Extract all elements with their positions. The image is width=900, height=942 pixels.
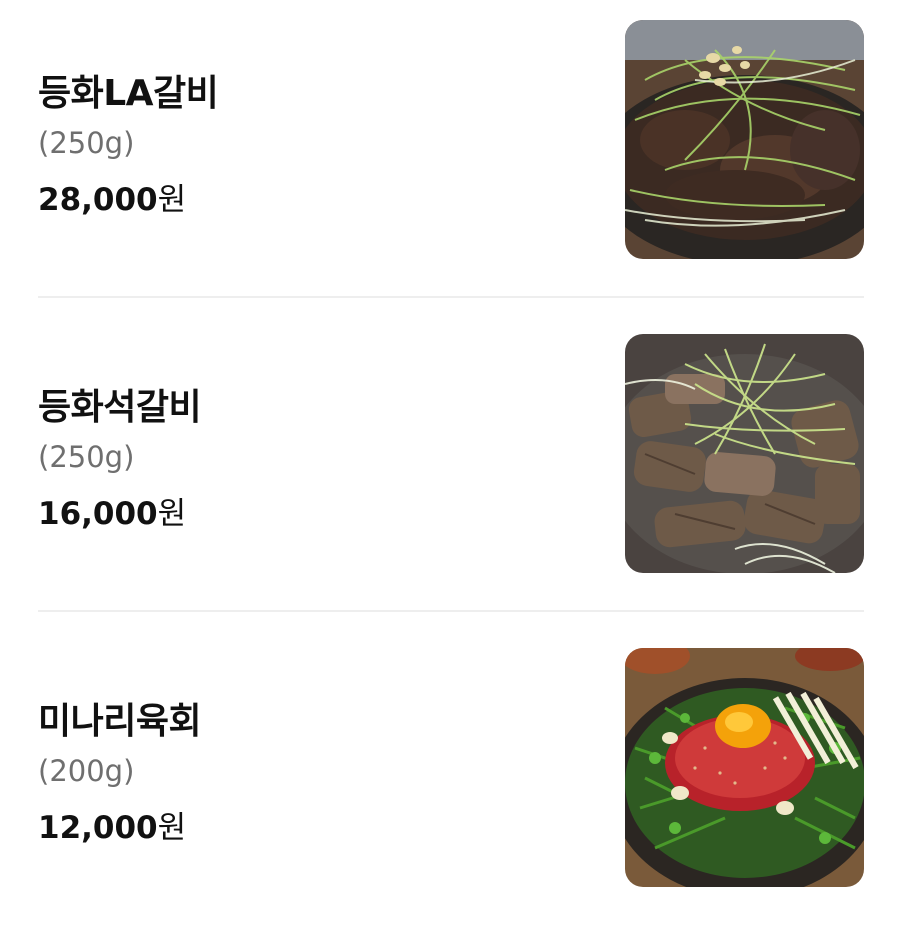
menu-item-weight: (250g): [38, 126, 135, 160]
menu-item[interactable]: 등화LA갈비 (250g) 28,000원: [0, 0, 900, 314]
menu-item[interactable]: 미나리육회 (200g) 12,000원: [0, 628, 900, 942]
menu-item-name: 등화석갈비: [38, 387, 202, 428]
price-amount: 16,000: [38, 496, 158, 532]
price-currency: 원: [157, 182, 187, 218]
menu-item-price: 12,000원: [38, 802, 186, 847]
menu-item-weight: (250g): [38, 440, 135, 474]
price-amount: 28,000: [38, 182, 158, 218]
menu-item-name: 미나리육회: [38, 701, 202, 742]
menu-list: 등화LA갈비 (250g) 28,000원 등화석갈비 (250g) 16,00…: [0, 0, 900, 904]
la-galbi-photo[interactable]: [625, 20, 864, 259]
menu-item-price: 16,000원: [38, 488, 186, 533]
price-amount: 12,000: [38, 810, 158, 846]
menu-item-name: 등화LA갈비: [38, 73, 219, 114]
menu-item-price: 28,000원: [38, 174, 186, 219]
price-currency: 원: [157, 810, 187, 846]
divider: [38, 610, 864, 612]
divider: [38, 296, 864, 298]
menu-item-weight: (200g): [38, 754, 135, 788]
stone-galbi-photo[interactable]: [625, 334, 864, 573]
price-currency: 원: [157, 496, 187, 532]
menu-item[interactable]: 등화석갈비 (250g) 16,000원: [0, 314, 900, 628]
minari-yukhoe-photo[interactable]: [625, 648, 864, 887]
